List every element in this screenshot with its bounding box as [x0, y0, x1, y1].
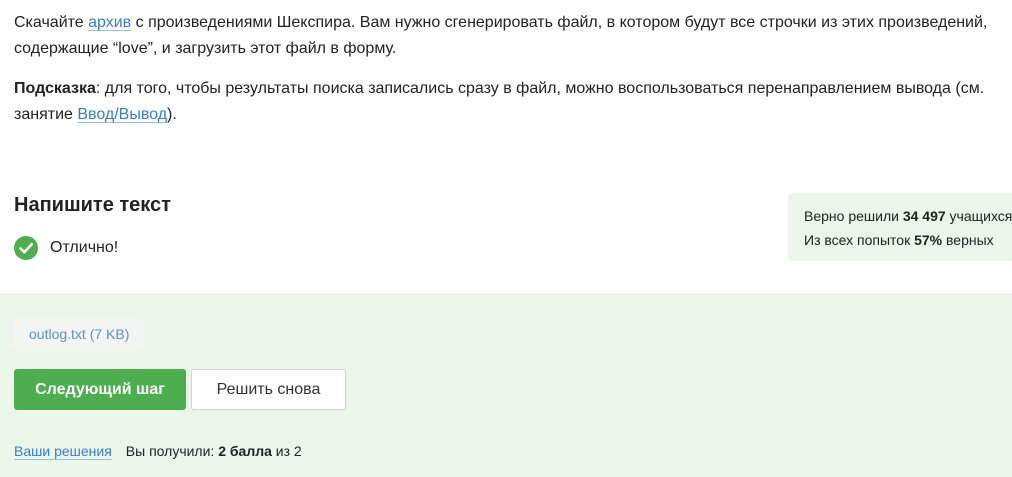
task-text-1: Скачайте [14, 14, 89, 31]
your-solutions-link[interactable]: Ваши решения [14, 443, 112, 459]
next-step-button[interactable]: Следующий шаг [14, 369, 186, 410]
score-max: из 2 [271, 443, 302, 459]
retry-button[interactable]: Решить снова [191, 369, 346, 410]
score-value: 2 балла [218, 443, 272, 459]
score-label: Вы получили: [125, 443, 219, 459]
stats-attempts-suffix: верных [942, 232, 994, 248]
stats-attempts-label: Из всех попыток [804, 232, 915, 248]
archive-link[interactable]: архив [88, 14, 131, 31]
score-text: Вы получили: 2 балла из 2 [126, 443, 302, 459]
status-text: Отлично! [50, 239, 119, 256]
stats-solved-label: Верно решили [804, 208, 903, 224]
stats-solved-suffix: учащихся [945, 208, 1012, 224]
answer-status: Отлично! [14, 236, 118, 260]
check-circle-icon [14, 236, 38, 260]
hint-label: Подсказка [14, 80, 96, 97]
answer-title: Напишите текст [14, 194, 171, 216]
stats-attempts-percent: 57% [914, 232, 943, 248]
stats-solved: Верно решили 34 497 учащихся [804, 204, 1012, 228]
uploaded-file-chip[interactable]: outlog.txt (7 KB) [14, 319, 145, 350]
stats-attempts: Из всех попыток 57% верных [804, 228, 1012, 252]
hint-text-2: ). [167, 106, 177, 123]
submission-panel: outlog.txt (7 KB) Следующий шаг Решить с… [0, 293, 1012, 477]
stats-box: Верно решили 34 497 учащихся Из всех поп… [788, 193, 1012, 261]
step-page: Скачайте архив с произведениями Шекспира… [0, 0, 1012, 477]
task-text-2: с произведениями Шекспира. Вам нужно сге… [14, 14, 988, 57]
io-lesson-link[interactable]: Ввод/Вывод [77, 106, 167, 123]
stats-solved-count: 34 497 [902, 208, 946, 224]
task-description: Скачайте архив с произведениями Шекспира… [14, 10, 1004, 62]
task-hint: Подсказка: для того, чтобы результаты по… [14, 76, 1004, 128]
submission-footer: Ваши решения Вы получили: 2 балла из 2 [14, 443, 302, 459]
